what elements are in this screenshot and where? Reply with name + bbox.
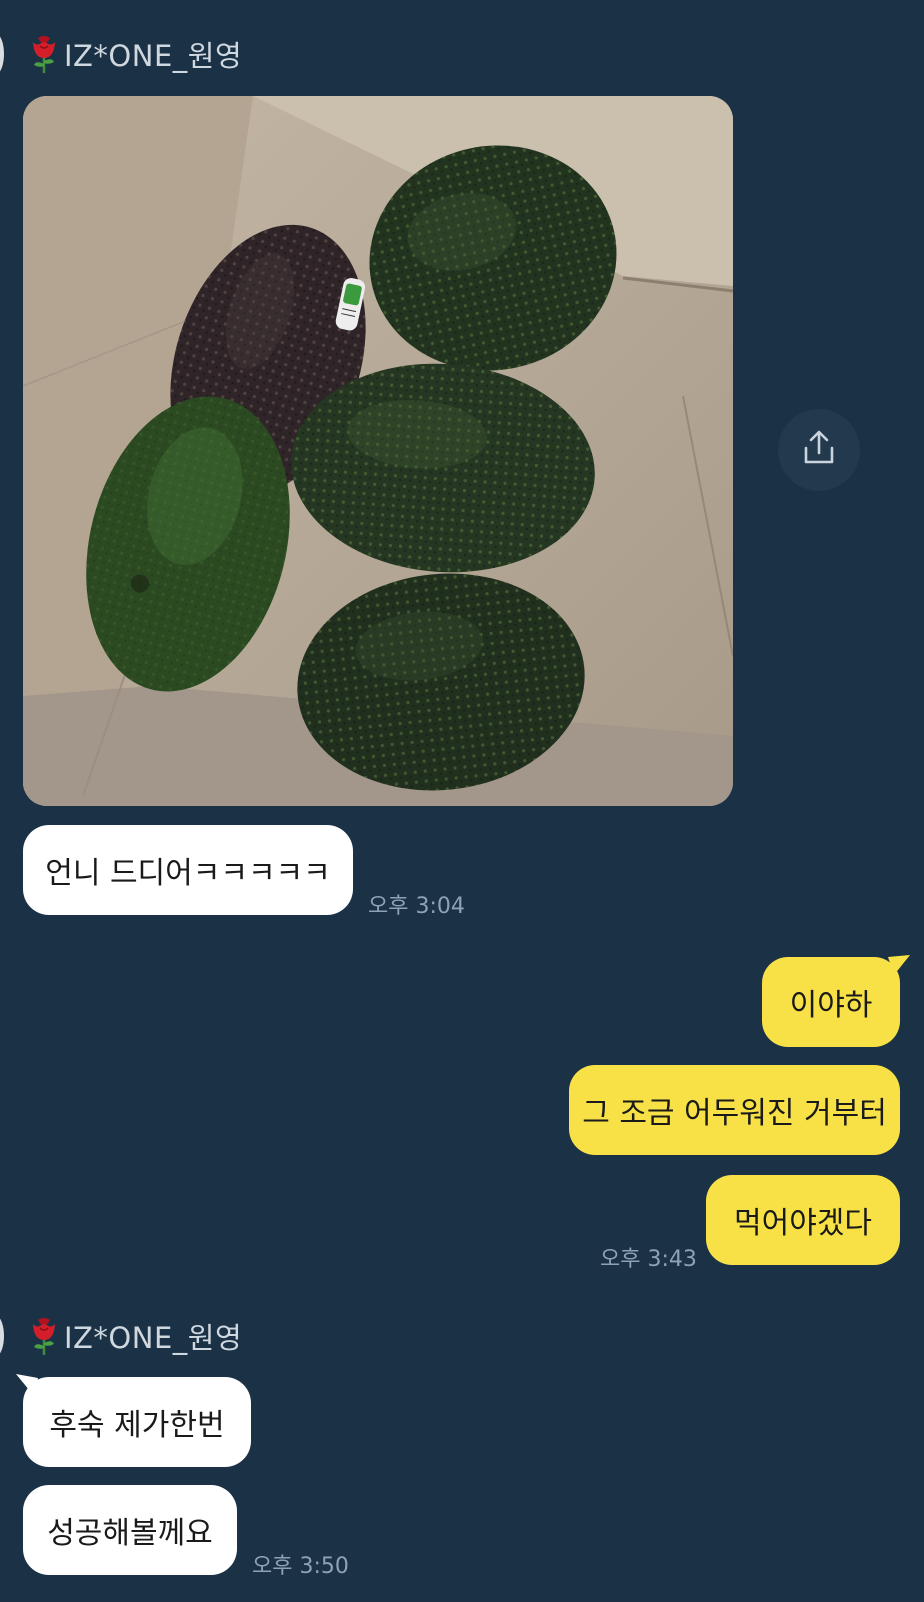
share-button[interactable] [778, 409, 860, 491]
message-bubble-incoming[interactable]: 언니 드디어ㅋㅋㅋㅋㅋ [23, 825, 353, 915]
sender-avatar[interactable] [0, 34, 4, 74]
message-text: 이야하 [789, 988, 873, 1023]
message-bubble-incoming[interactable]: 성공해볼께요 [23, 1485, 237, 1575]
message-time: 오후 3:50 [252, 1554, 349, 1579]
bubble-tail [888, 955, 910, 975]
rose-icon [28, 34, 60, 74]
message-text: 후숙 제가한번 [49, 1408, 225, 1443]
message-bubble-outgoing[interactable]: 먹어야겠다 [706, 1175, 900, 1265]
message-bubble-incoming[interactable]: 후숙 제가한번 [23, 1377, 251, 1467]
message-text: 성공해볼께요 [47, 1516, 213, 1551]
message-text: 먹어야겠다 [734, 1206, 872, 1241]
message-bubble-outgoing[interactable]: 이야하 [762, 957, 900, 1047]
message-time: 오후 3:04 [368, 894, 465, 919]
avocado-photo[interactable] [23, 96, 733, 806]
sender-header: IZ*ONE_원영 [28, 32, 242, 76]
share-icon [799, 428, 839, 472]
sender-name: IZ*ONE_원영 [64, 1321, 243, 1355]
sender-header: IZ*ONE_원영 [28, 1314, 242, 1358]
message-text: 그 조금 어두워진 거부터 [582, 1096, 887, 1131]
message-text: 언니 드디어ㅋㅋㅋㅋㅋ [45, 856, 331, 891]
rose-icon [28, 1316, 60, 1356]
sender-name: IZ*ONE_원영 [64, 39, 243, 73]
message-time: 오후 3:43 [600, 1247, 697, 1272]
message-bubble-outgoing[interactable]: 그 조금 어두워진 거부터 [569, 1065, 900, 1155]
sender-avatar[interactable] [0, 1316, 4, 1356]
